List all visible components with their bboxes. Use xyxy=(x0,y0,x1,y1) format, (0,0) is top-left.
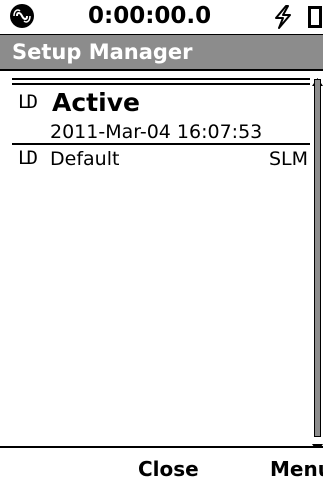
scroll-down-arrow-icon[interactable] xyxy=(312,437,323,452)
scroll-thumb[interactable] xyxy=(314,79,321,437)
setup-name: Active xyxy=(52,88,140,117)
list-divider xyxy=(12,78,310,80)
status-bar: 0:00:00.0 xyxy=(0,0,323,35)
softkey-bar: Close Menu xyxy=(0,446,323,485)
lightning-bolt-icon xyxy=(272,5,294,29)
scrollbar[interactable] xyxy=(312,71,323,452)
setup-date: 2011-Mar-04 16:07:53 xyxy=(50,121,263,143)
ld-icon: LD xyxy=(18,91,38,113)
menu-softkey[interactable]: Menu xyxy=(270,457,323,481)
setup-type: SLM xyxy=(268,148,308,170)
record-status-icon xyxy=(10,4,34,28)
list-item-default[interactable]: LD Default SLM xyxy=(12,145,310,175)
title-bar: Setup Manager xyxy=(0,35,323,71)
battery-icon xyxy=(308,6,322,28)
elapsed-timer: 0:00:00.0 xyxy=(88,3,212,29)
ld-icon: LD xyxy=(18,147,38,169)
screen: 0:00:00.0 Setup Manager LD Active 2011-M… xyxy=(0,0,323,485)
page-title: Setup Manager xyxy=(12,40,193,64)
setup-name: Default xyxy=(50,148,120,170)
scroll-up-arrow-icon[interactable] xyxy=(312,71,323,86)
close-softkey[interactable]: Close xyxy=(138,457,199,481)
list-item-active[interactable]: LD Active 2011-Mar-04 16:07:53 xyxy=(12,83,310,145)
setup-list: LD Active 2011-Mar-04 16:07:53 LD Defaul… xyxy=(0,71,312,445)
